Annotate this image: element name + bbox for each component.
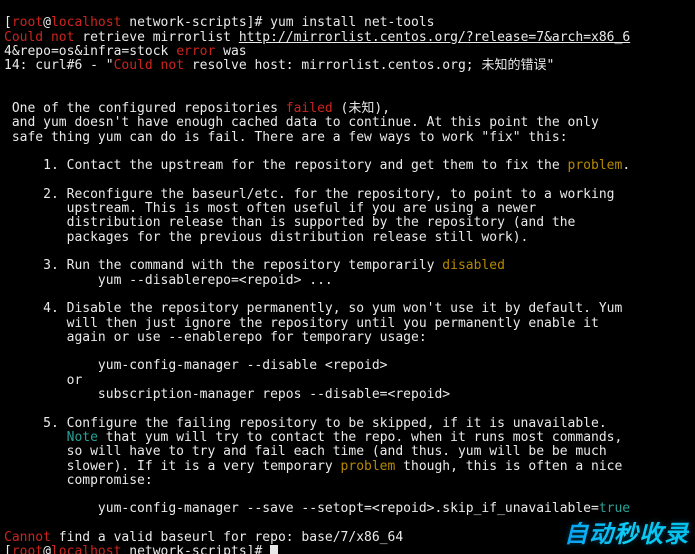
true-word: true — [599, 501, 630, 516]
problem-word: problem — [341, 459, 396, 474]
output-line: 4&repo=os&infra=stock error was — [4, 44, 247, 59]
prompt-path: network-scripts — [121, 15, 246, 30]
list-item: subscription-manager repos --disable=<re… — [4, 387, 450, 402]
list-item: again or use --enablerepo for temporary … — [4, 330, 427, 345]
failed-word: failed — [286, 101, 333, 116]
mirrorlist-url: http://mirrorlist.centos.org/?release=7&… — [239, 30, 630, 45]
prompt-at: @ — [43, 15, 51, 30]
prompt-bracket-close: ]# — [247, 15, 270, 30]
list-item: yum --disablerepo=<repoid> ... — [4, 273, 333, 288]
prompt-bracket-open: [ — [4, 15, 12, 30]
note-word: Note — [67, 430, 98, 445]
prompt-line-1: [root@localhost network-scripts]# yum in… — [4, 15, 435, 30]
prompt-user: root — [12, 544, 43, 554]
prompt-user: root — [12, 15, 43, 30]
list-item: will then just ignore the repository unt… — [4, 316, 599, 331]
output-line: and yum doesn't have enough cached data … — [4, 115, 599, 130]
terminal-output[interactable]: [root@localhost network-scripts]# yum in… — [0, 0, 695, 554]
prompt-line-2: [root@localhost network-scripts]# — [4, 544, 278, 554]
list-item: 4. Disable the repository permanently, s… — [4, 301, 622, 316]
disabled-word: disabled — [442, 258, 505, 273]
list-item: yum-config-manager --disable <repoid> — [4, 358, 388, 373]
output-line: Could not retrieve mirrorlist http://mir… — [4, 30, 630, 45]
prompt-bracket-close: ]# — [247, 544, 270, 554]
list-item: yum-config-manager --save --setopt=<repo… — [4, 501, 630, 516]
cursor-block — [270, 545, 278, 554]
list-item: 2. Reconfigure the baseurl/etc. for the … — [4, 187, 614, 202]
output-line: 14: curl#6 - "Could not resolve host: mi… — [4, 58, 554, 73]
list-item: distribution release than is supported b… — [4, 215, 575, 230]
list-item: packages for the previous distribution r… — [4, 230, 528, 245]
list-item: so will have to try and fail each time (… — [4, 444, 607, 459]
output-line: Cannot find a valid baseurl for repo: ba… — [4, 530, 403, 545]
problem-word: problem — [568, 158, 623, 173]
list-item: upstream. This is most often useful if y… — [4, 201, 536, 216]
could-not-text: Could not — [4, 30, 74, 45]
output-line: safe thing yum can do is fail. There are… — [4, 130, 568, 145]
list-item: 5. Configure the failing repository to b… — [4, 416, 607, 431]
list-item: Note that yum will try to contact the re… — [4, 430, 622, 445]
prompt-at: @ — [43, 544, 51, 554]
list-item: or — [4, 373, 82, 388]
prompt-bracket-open: [ — [4, 544, 12, 554]
prompt-path: network-scripts — [121, 544, 246, 554]
cannot-word: Cannot — [4, 530, 51, 545]
output-line: One of the configured repositories faile… — [4, 101, 390, 116]
could-not-text: Could not — [114, 58, 184, 73]
list-item: compromise: — [4, 473, 153, 488]
prompt-host: localhost — [51, 544, 121, 554]
list-item: 3. Run the command with the repository t… — [4, 258, 505, 273]
prompt-host: localhost — [51, 15, 121, 30]
typed-command: yum install net-tools — [270, 15, 434, 30]
error-word: error — [176, 44, 215, 59]
list-item: slower). If it is a very temporary probl… — [4, 459, 622, 474]
list-item: 1. Contact the upstream for the reposito… — [4, 158, 630, 173]
